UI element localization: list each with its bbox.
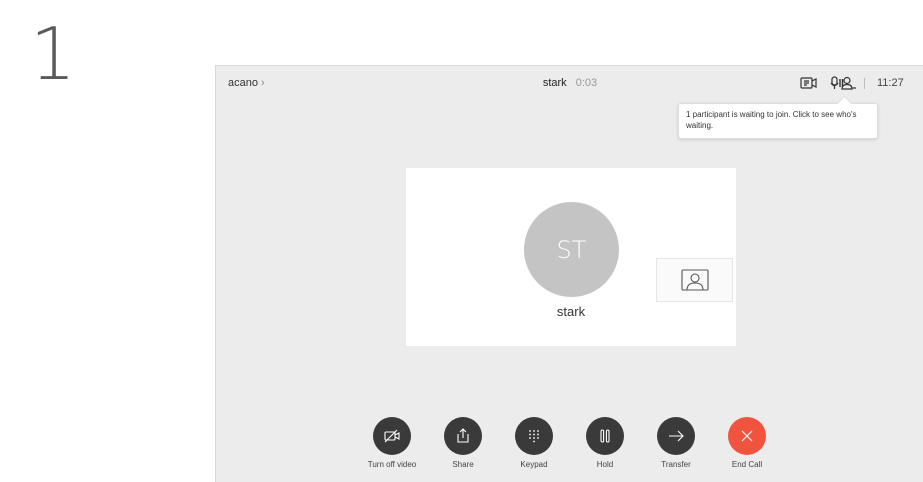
call-participant-name: stark [542,77,567,89]
call-timer: 0:03 [575,77,598,89]
call-card: ST stark [406,168,736,346]
tooltip-text: 1 participant is waiting to join. Click … [686,110,857,130]
clock: 11:27 [877,77,904,89]
keypad-button[interactable]: Keypad [508,417,560,469]
hold-button[interactable]: Hold [579,417,631,469]
transfer-label: Transfer [661,460,691,469]
end-call-icon [728,417,766,455]
keypad-icon [515,417,553,455]
touch-panel-screen: acano › stark 0:03 11:27 1 participant i… [215,65,923,482]
keypad-label: Keypad [520,460,548,469]
topbar-divider [864,78,865,89]
share-label: Share [452,460,474,469]
self-view-person-icon [680,269,709,291]
turn-off-video-label: Turn off video [367,460,417,469]
transfer-button[interactable]: Transfer [650,417,702,469]
share-button[interactable]: Share [437,417,489,469]
hold-icon [586,417,624,455]
hold-label: Hold [596,460,614,469]
share-screen-icon[interactable] [799,76,817,90]
participants-icon[interactable] [840,76,858,90]
call-name: stark [556,304,586,319]
step-number: 1 [30,12,76,96]
share-icon [444,417,482,455]
video-off-icon [373,417,411,455]
end-call-button[interactable]: End Call [721,417,773,469]
waiting-participants-tooltip[interactable]: 1 participant is waiting to join. Click … [678,95,878,139]
self-view[interactable] [656,258,733,302]
top-bar: acano › stark 0:03 11:27 [216,66,923,100]
turn-off-video-button[interactable]: Turn off video [366,417,418,469]
avatar: ST [524,202,619,297]
end-call-label: End Call [731,460,763,469]
transfer-icon [657,417,695,455]
